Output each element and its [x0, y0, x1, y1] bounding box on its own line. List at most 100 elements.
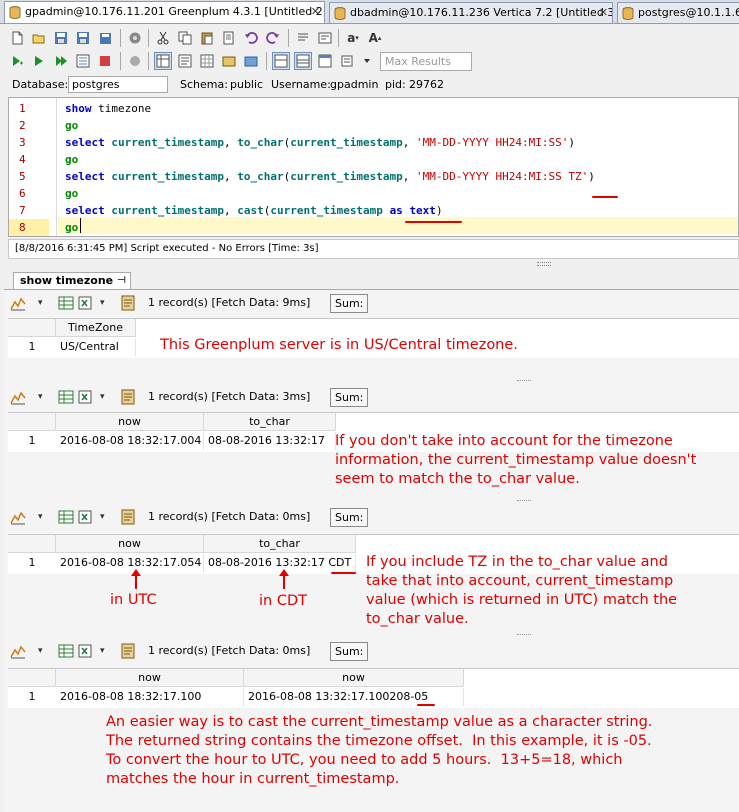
split-horizontal-icon[interactable] [272, 52, 290, 70]
commit-icon[interactable] [126, 52, 144, 70]
text-results-icon[interactable] [176, 52, 194, 70]
results-options-icon[interactable] [338, 52, 356, 70]
code-token: timezone [91, 102, 152, 115]
copy-icon[interactable] [176, 29, 194, 47]
export-report-icon[interactable] [120, 643, 136, 659]
result-tab-show-timezone[interactable]: show timezone ⊣ [13, 272, 131, 290]
save-as-icon[interactable] [74, 29, 92, 47]
result-splitter[interactable] [517, 380, 531, 384]
code-token: text [409, 204, 436, 217]
sum-button[interactable]: Sum: [330, 508, 369, 527]
result-splitter[interactable] [517, 634, 531, 638]
code-token: current_timestamp [290, 136, 403, 149]
sql-editor[interactable]: 1 2 3 4 5 6 7 8 show timezone go select current_ti… [8, 97, 739, 237]
tab-greenplum[interactable]: gpadmin@10.176.11.201 Greenplum 4.3.1 [U… [4, 1, 325, 23]
underline-cdt [331, 572, 356, 574]
lowercase-icon[interactable]: a ▾ [344, 29, 362, 47]
toggle-comment-icon[interactable] [294, 29, 312, 47]
column-header[interactable]: now [56, 669, 244, 687]
column-header[interactable]: to_char [204, 413, 336, 431]
execute-step-icon[interactable] [8, 52, 26, 70]
grid-cell[interactable]: US/Central [56, 338, 136, 356]
sum-button[interactable]: Sum: [330, 294, 369, 313]
result-grid[interactable]: now 2016-08-08 18:32:17.100 now 2016-08-08 … [8, 668, 739, 708]
cut-icon[interactable] [154, 29, 172, 47]
explain-icon[interactable] [74, 52, 92, 70]
format-sql-icon[interactable] [316, 29, 334, 47]
tab-vertica[interactable]: dbadmin@10.176.11.236 Vertica 7.2 [Untit… [329, 2, 613, 23]
editor-results-splitter[interactable] [537, 262, 551, 266]
execution-status: [8/8/2016 6:31:45 PM] Script executed - … [8, 239, 739, 259]
paste-icon[interactable] [198, 29, 216, 47]
chart-icon[interactable] [10, 389, 26, 405]
execute-icon[interactable] [30, 52, 48, 70]
grid-cell[interactable]: 2016-08-08 18:32:17.054 [56, 554, 204, 572]
execute-current-icon[interactable] [52, 52, 70, 70]
column-header[interactable]: now [56, 413, 204, 431]
undo-icon[interactable] [242, 29, 260, 47]
dropdown-caret-icon[interactable]: ▾ [38, 295, 43, 311]
chart-icon[interactable] [10, 509, 26, 525]
close-icon[interactable]: ✕ [311, 2, 320, 22]
dropdown-caret-icon[interactable]: ▾ [100, 389, 105, 405]
grid-cell[interactable]: 2016-08-08 18:32:17.004 [56, 432, 204, 450]
close-icon[interactable]: ✕ [599, 3, 608, 23]
column-header[interactable]: TimeZone [56, 319, 136, 337]
tab-postgres[interactable]: postgres@10.1.1.69 [617, 2, 739, 23]
column-header[interactable]: now [244, 669, 464, 687]
sum-button[interactable]: Sum: [330, 388, 369, 407]
export-spreadsheet-icon[interactable] [78, 389, 94, 405]
split-vertical-icon[interactable] [294, 52, 312, 70]
result-splitter[interactable] [517, 500, 531, 504]
uppercase-icon[interactable]: A ▴ [366, 29, 384, 47]
results-dropdown-icon[interactable] [358, 52, 376, 70]
export-report-icon[interactable] [120, 389, 136, 405]
export-icon[interactable] [220, 52, 238, 70]
row-number: 1 [28, 690, 36, 703]
code-token: to_char [237, 170, 284, 183]
code-token: go [65, 221, 79, 234]
column-header[interactable]: to_char [204, 535, 356, 553]
save-icon[interactable] [52, 29, 70, 47]
underline-tz [592, 196, 618, 198]
save-all-icon[interactable] [96, 29, 114, 47]
export-excel-icon[interactable] [58, 389, 74, 405]
export-spreadsheet-icon[interactable] [78, 295, 94, 311]
print-icon[interactable] [126, 29, 144, 47]
column-header[interactable]: now [56, 535, 204, 553]
maximize-results-icon[interactable] [316, 52, 334, 70]
find-icon[interactable] [220, 29, 238, 47]
redo-icon[interactable] [264, 29, 282, 47]
dropdown-caret-icon[interactable]: ▾ [100, 643, 105, 659]
sum-button[interactable]: Sum: [330, 642, 369, 661]
dropdown-caret-icon[interactable]: ▾ [38, 509, 43, 525]
chart-icon[interactable] [10, 643, 26, 659]
pin-icon[interactable]: ⊣ [117, 273, 126, 289]
code-token: current_timestamp [111, 204, 224, 217]
new-file-icon[interactable] [8, 29, 26, 47]
annotation-in-cdt: in CDT [259, 593, 307, 609]
schema-label: Schema: [180, 78, 228, 91]
export-spreadsheet-icon[interactable] [78, 643, 94, 659]
chart-icon[interactable] [10, 295, 26, 311]
dropdown-caret-icon[interactable]: ▾ [38, 643, 43, 659]
export-excel-icon[interactable] [58, 509, 74, 525]
dropdown-caret-icon[interactable]: ▾ [100, 509, 105, 525]
code-token: ) [435, 204, 443, 217]
database-select[interactable]: postgres [68, 76, 168, 93]
results-in-tabs-icon[interactable] [154, 52, 172, 70]
stop-icon[interactable] [96, 52, 114, 70]
export-excel-icon[interactable] [58, 295, 74, 311]
auto-commit-icon[interactable] [242, 52, 260, 70]
grid-cell[interactable]: 08-08-2016 13:32:17 [204, 432, 336, 450]
export-excel-icon[interactable] [58, 643, 74, 659]
dropdown-caret-icon[interactable]: ▾ [38, 389, 43, 405]
dropdown-caret-icon[interactable]: ▾ [100, 295, 105, 311]
open-file-icon[interactable] [30, 29, 48, 47]
export-report-icon[interactable] [120, 509, 136, 525]
export-spreadsheet-icon[interactable] [78, 509, 94, 525]
grid-results-icon[interactable] [198, 52, 216, 70]
export-report-icon[interactable] [120, 295, 136, 311]
grid-cell[interactable]: 2016-08-08 18:32:17.100 [56, 688, 244, 706]
max-results-input[interactable]: Max Results [380, 52, 472, 71]
